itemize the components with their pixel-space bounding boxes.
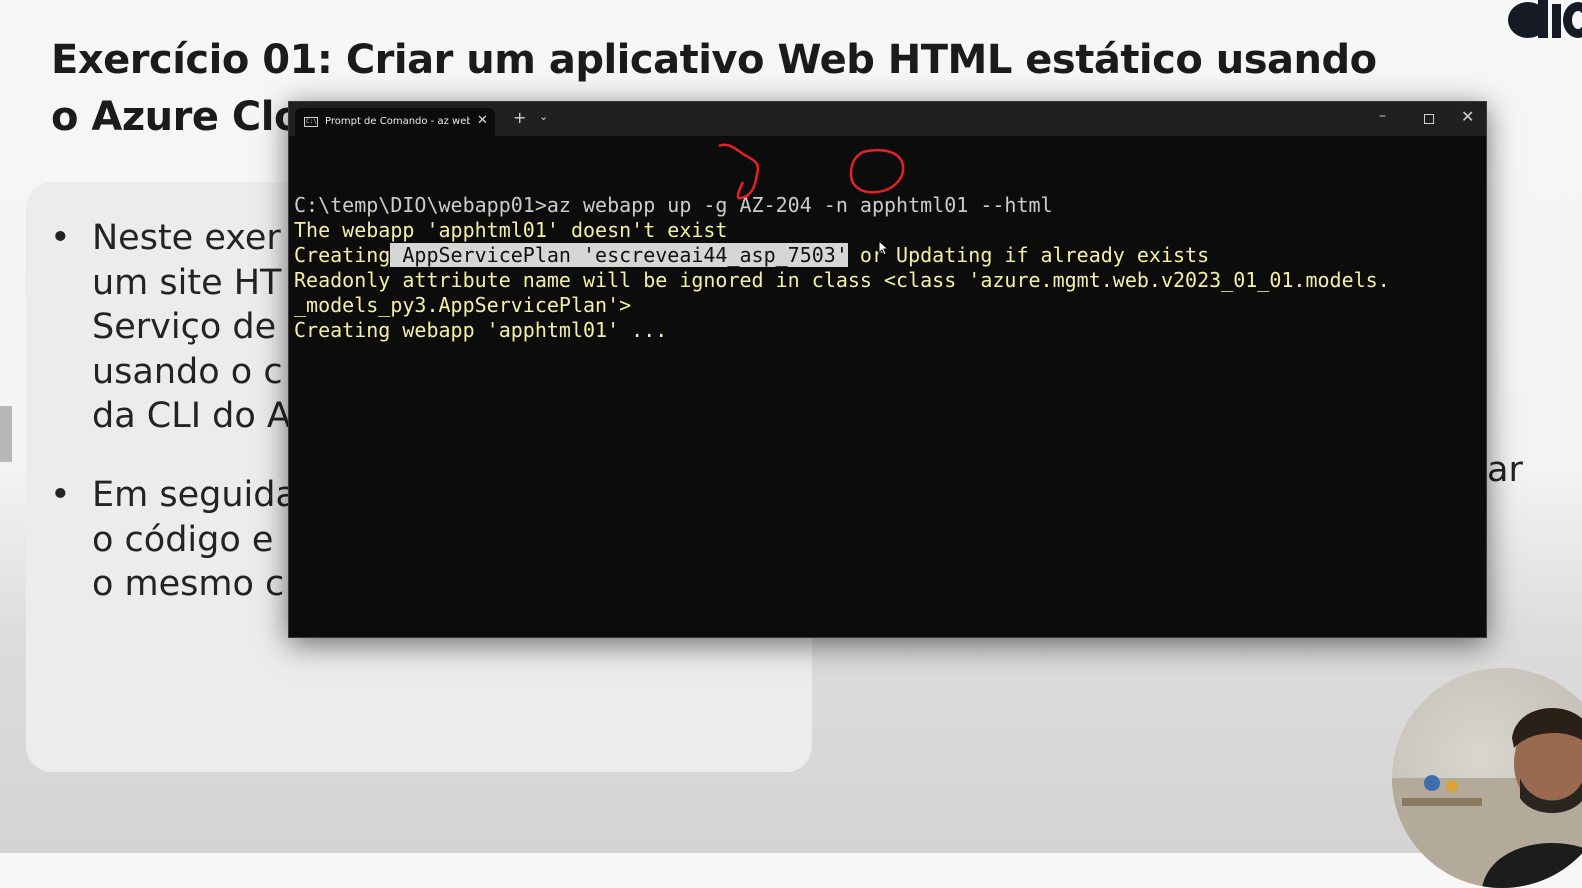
annotation-scribble-g-icon (718, 143, 760, 200)
mouse-pointer-icon (878, 240, 890, 256)
output-line: _models_py3.AppServicePlan'> (294, 293, 632, 317)
output-line: Readonly attribute name will be ignored … (294, 268, 1390, 292)
bullet-2-text: Em seguida o código e o mesmo c (92, 475, 297, 604)
maximize-button[interactable] (1424, 114, 1434, 124)
terminal-window[interactable]: C:\ Prompt de Comando - az webapp up ✕ +… (288, 101, 1487, 638)
close-window-button[interactable]: ✕ (1461, 107, 1474, 126)
slide-title-line1: Exercício 01: Criar um aplicativo Web HT… (51, 37, 1377, 83)
tab-title: Prompt de Comando - az webapp up (325, 116, 470, 127)
terminal-titlebar[interactable]: C:\ Prompt de Comando - az webapp up ✕ +… (289, 102, 1486, 136)
minimize-button[interactable]: – (1379, 108, 1386, 124)
tab-close-icon[interactable]: ✕ (477, 113, 488, 128)
bullet-dot: • (50, 218, 71, 258)
selected-text[interactable]: AppServicePlan 'escreveai44_asp_7503' (390, 243, 848, 267)
output-line: Creating webapp 'apphtml01' ... (294, 318, 668, 342)
output-line-part: Creating (294, 243, 391, 267)
terminal-icon: C:\ (304, 117, 318, 127)
dio-logo-icon (1508, 0, 1582, 38)
output-line: The webapp 'apphtml01' doesn't exist (294, 218, 728, 242)
tab-command-prompt[interactable]: C:\ Prompt de Comando - az webapp up ✕ (295, 108, 495, 136)
annotation-circle-n-icon (849, 148, 905, 194)
presenter-webcam (1392, 668, 1582, 888)
tab-dropdown-icon[interactable]: ⌄ (539, 110, 548, 123)
slide-right-fragment: ar (1487, 450, 1523, 490)
slide-side-marker (0, 406, 12, 462)
output-line-part: or Updating if already exists (847, 243, 1210, 267)
presenter-avatar-icon (1392, 708, 1582, 888)
new-tab-button[interactable]: + (513, 108, 526, 127)
bullet-1-text: Neste exer um site HT Serviço de usando … (92, 218, 291, 436)
command-line: C:\temp\DIO\webapp01>az webapp up -g AZ-… (294, 193, 1053, 217)
bullet-dot: • (50, 475, 71, 515)
